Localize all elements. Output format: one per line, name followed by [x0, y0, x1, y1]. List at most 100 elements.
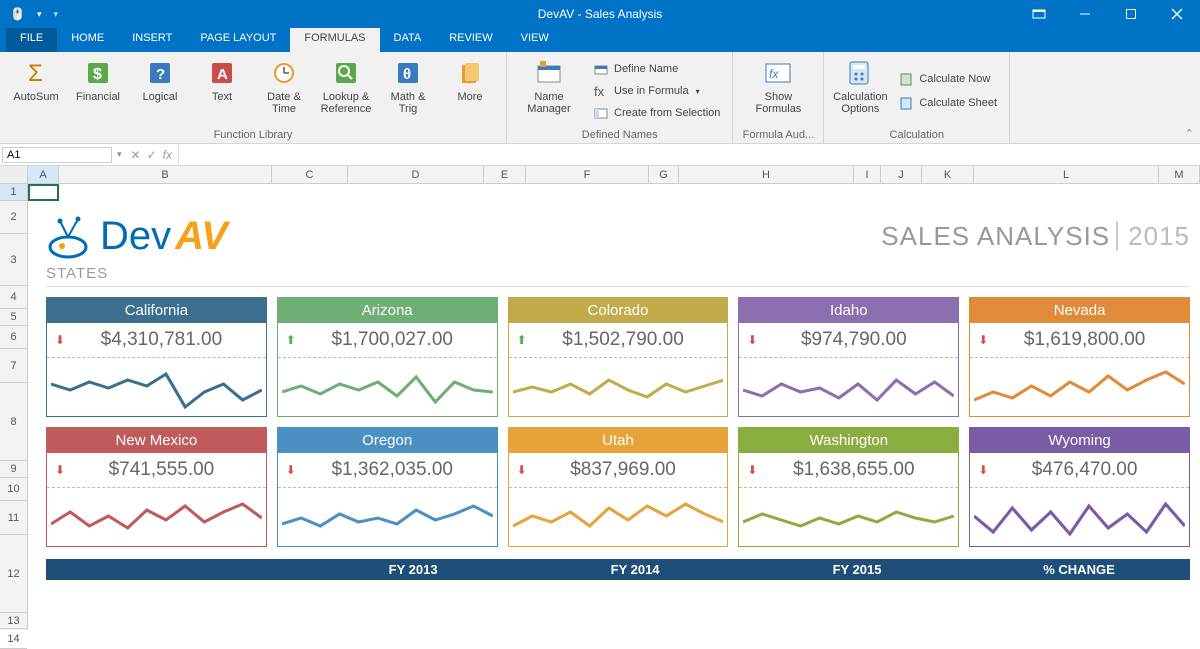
autosum-button[interactable]: ΣAutoSum [6, 55, 66, 127]
tab-review[interactable]: REVIEW [435, 28, 506, 52]
column-header[interactable]: B [59, 166, 272, 183]
group-label: Function Library [6, 127, 500, 143]
app-icon: 🖱️ [10, 7, 25, 21]
column-header[interactable]: C [272, 166, 348, 183]
formula-input[interactable] [178, 144, 1200, 165]
card-amount: $974,790.00 [757, 329, 950, 351]
qat-more-icon[interactable]: ▾ [53, 9, 58, 20]
column-header[interactable]: L [974, 166, 1159, 183]
table-column-header: FY 2013 [302, 562, 524, 577]
lookup-button[interactable]: Lookup & Reference [316, 55, 376, 127]
row-header[interactable]: 1 [0, 184, 27, 201]
card-header: Idaho [739, 298, 958, 323]
math-button[interactable]: θMath & Trig [378, 55, 438, 127]
column-header[interactable]: F [526, 166, 649, 183]
row-header[interactable]: 2 [0, 201, 27, 234]
row-header[interactable]: 10 [0, 478, 27, 501]
state-card: Oregon ⬇ $1,362,035.00 [277, 427, 498, 547]
row-header[interactable]: 4 [0, 286, 27, 309]
state-card: Utah ⬇ $837,969.00 [508, 427, 729, 547]
row-headers: 1234567891011121314 [0, 184, 28, 630]
column-header[interactable]: I [854, 166, 881, 183]
row-header[interactable]: 14 [0, 629, 27, 649]
row-header[interactable]: 9 [0, 461, 27, 478]
column-header[interactable]: K [922, 166, 974, 183]
column-header[interactable]: G [649, 166, 679, 183]
name-box-dropdown-icon[interactable]: ▾ [114, 149, 125, 160]
use-in-formula-button[interactable]: fxUse in Formula▾ [587, 81, 726, 101]
ribbon-tabs: FILE HOME INSERT PAGE LAYOUT FORMULAS DA… [0, 28, 1200, 52]
row-header[interactable]: 13 [0, 613, 27, 629]
tab-home[interactable]: HOME [57, 28, 118, 52]
card-header: New Mexico [47, 428, 266, 453]
logical-button[interactable]: ?Logical [130, 55, 190, 127]
tab-view[interactable]: VIEW [507, 28, 563, 52]
ribbon-display-icon[interactable] [1016, 0, 1062, 28]
tab-file[interactable]: FILE [6, 28, 57, 52]
insert-function-icon[interactable]: fx [163, 148, 172, 162]
row-header[interactable]: 8 [0, 383, 27, 461]
maximize-button[interactable] [1108, 0, 1154, 28]
card-header: Wyoming [970, 428, 1189, 453]
column-header[interactable]: H [679, 166, 854, 183]
close-button[interactable] [1154, 0, 1200, 28]
tab-insert[interactable]: INSERT [118, 28, 186, 52]
datetime-button[interactable]: Date & Time [254, 55, 314, 127]
card-value-row: ⬇ $974,790.00 [739, 323, 958, 358]
column-header[interactable]: D [348, 166, 484, 183]
minimize-button[interactable] [1062, 0, 1108, 28]
column-header[interactable]: M [1159, 166, 1200, 183]
card-header: Nevada [970, 298, 1189, 323]
card-value-row: ⬇ $837,969.00 [509, 453, 728, 488]
calculate-now-button[interactable]: Calculate Now [892, 69, 1003, 89]
arrow-down-icon: ⬇ [747, 463, 757, 477]
select-all-corner[interactable] [0, 166, 28, 183]
sparkline [970, 358, 1189, 416]
arrow-down-icon: ⬇ [747, 333, 757, 347]
column-header[interactable]: A [28, 166, 59, 183]
row-header[interactable]: 3 [0, 234, 27, 286]
row-header[interactable]: 7 [0, 349, 27, 383]
quick-access: 🖱️ ▾ ▾ [0, 7, 58, 21]
name-box[interactable] [2, 147, 112, 163]
card-value-row: ⬆ $1,700,027.00 [278, 323, 497, 358]
state-card: California ⬇ $4,310,781.00 [46, 297, 267, 417]
card-value-row: ⬇ $1,638,655.00 [739, 453, 958, 488]
row-header[interactable]: 12 [0, 535, 27, 613]
define-name-button[interactable]: Define Name [587, 59, 726, 79]
group-calculation: Calculation Options Calculate Now Calcul… [824, 52, 1010, 143]
svg-text:$: $ [93, 66, 102, 83]
row-header[interactable]: 5 [0, 309, 27, 326]
collapse-ribbon-icon[interactable]: ⌃ [1185, 127, 1194, 140]
card-header: California [47, 298, 266, 323]
create-from-selection-button[interactable]: Create from Selection [587, 103, 726, 123]
sparkline [278, 358, 497, 416]
titlebar: 🖱️ ▾ ▾ DevAV - Sales Analysis [0, 0, 1200, 28]
qat-dropdown-icon[interactable]: ▾ [37, 9, 42, 20]
tab-page-layout[interactable]: PAGE LAYOUT [186, 28, 290, 52]
column-headers: ABCDEFGHIJKLM [0, 166, 1200, 184]
name-manager-button[interactable]: Name Manager [513, 55, 585, 127]
sparkline [739, 358, 958, 416]
more-button[interactable]: More [440, 55, 500, 127]
card-header: Oregon [278, 428, 497, 453]
card-value-row: ⬇ $741,555.00 [47, 453, 266, 488]
calc-options-button[interactable]: Calculation Options [830, 55, 890, 127]
tab-formulas[interactable]: FORMULAS [290, 28, 379, 52]
enter-formula-icon[interactable]: ✓ [147, 148, 157, 162]
calculate-sheet-button[interactable]: Calculate Sheet [892, 93, 1003, 113]
show-formulas-button[interactable]: fxShow Formulas [739, 55, 817, 127]
row-header[interactable]: 11 [0, 501, 27, 535]
window-title: DevAV - Sales Analysis [538, 7, 663, 21]
row-header[interactable]: 6 [0, 326, 27, 349]
column-header[interactable]: E [484, 166, 526, 183]
cancel-formula-icon[interactable]: ✕ [131, 148, 141, 162]
svg-text:fx: fx [769, 67, 779, 81]
column-header[interactable]: J [881, 166, 922, 183]
financial-button[interactable]: $Financial [68, 55, 128, 127]
card-amount: $476,470.00 [988, 459, 1181, 481]
worksheet[interactable]: DevAV SALES ANALYSIS2015 STATES Californ… [28, 184, 1200, 630]
text-button[interactable]: AText [192, 55, 252, 127]
state-card: Idaho ⬇ $974,790.00 [738, 297, 959, 417]
tab-data[interactable]: DATA [380, 28, 436, 52]
